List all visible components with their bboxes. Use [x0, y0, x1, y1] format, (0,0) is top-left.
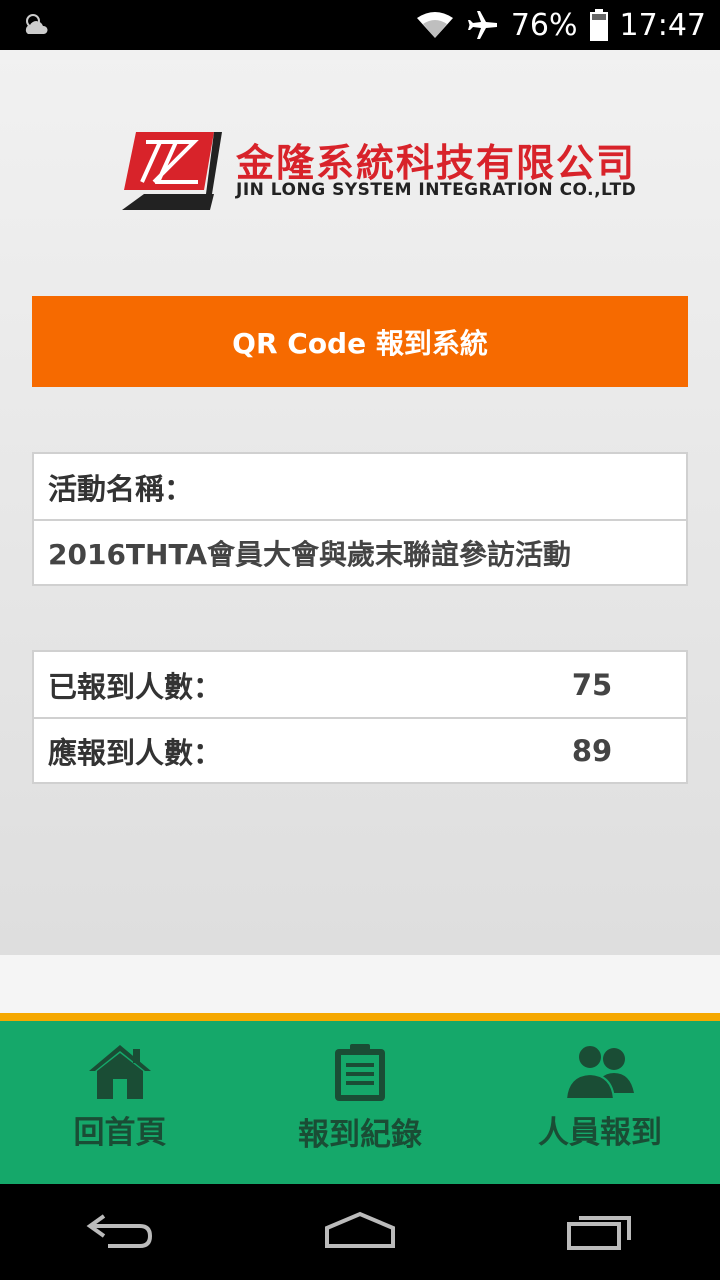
- company-name-en: JIN LONG SYSTEM INTEGRATION CO.,LTD: [236, 180, 637, 200]
- event-name-value: 2016THTA會員大會與歲末聯誼參訪活動: [34, 519, 686, 584]
- event-name-label: 活動名稱：: [48, 471, 194, 506]
- company-name-cn: 金隆系統科技有限公司: [236, 141, 637, 185]
- checked-in-row: 已報到人數： 75: [34, 652, 686, 717]
- event-info-box: 活動名稱： 2016THTA會員大會與歲末聯誼參訪活動: [32, 452, 688, 586]
- expected-row: 應報到人數： 89: [34, 717, 686, 782]
- people-icon: [564, 1044, 634, 1100]
- nav-records-label: 報到紀錄: [298, 1117, 422, 1153]
- battery-percent: 76%: [510, 7, 578, 43]
- wifi-icon: [415, 10, 455, 40]
- nav-staff-label: 人員報到: [538, 1115, 662, 1151]
- airplane-mode-icon: [467, 9, 499, 41]
- partly-cloudy-icon: [22, 12, 52, 38]
- attendance-count-box: 已報到人數： 75 應報到人數： 89: [32, 650, 688, 784]
- checked-in-label: 已報到人數：: [48, 669, 223, 704]
- company-logo: 金隆系統科技有限公司 JIN LONG SYSTEM INTEGRATION C…: [114, 126, 636, 216]
- clipboard-icon: [335, 1044, 385, 1101]
- home-icon: [89, 1045, 151, 1099]
- back-icon[interactable]: [84, 1210, 154, 1254]
- content-footer-spacer: [0, 955, 720, 1013]
- bottom-nav: 回首頁 報到紀錄 人員報到: [0, 1013, 720, 1184]
- page-title: QR Code 報到系統: [32, 296, 688, 387]
- main-content: 金隆系統科技有限公司 JIN LONG SYSTEM INTEGRATION C…: [0, 50, 720, 955]
- nav-home[interactable]: 回首頁: [0, 1021, 240, 1184]
- expected-count: 89: [571, 733, 613, 768]
- home-button-icon[interactable]: [323, 1210, 397, 1254]
- recents-icon[interactable]: [566, 1210, 636, 1254]
- battery-icon: [589, 9, 608, 41]
- expected-label: 應報到人數：: [48, 735, 223, 770]
- status-bar: 76% 17:47: [0, 0, 720, 50]
- checked-in-count: 75: [571, 667, 613, 702]
- nav-home-label: 回首頁: [73, 1115, 167, 1151]
- clock: 17:47: [619, 7, 706, 43]
- nav-checkin-records[interactable]: 報到紀錄: [240, 1021, 480, 1184]
- system-nav-bar: [0, 1184, 720, 1280]
- company-logo-mark-icon: [122, 132, 222, 210]
- nav-staff-checkin[interactable]: 人員報到: [480, 1021, 720, 1184]
